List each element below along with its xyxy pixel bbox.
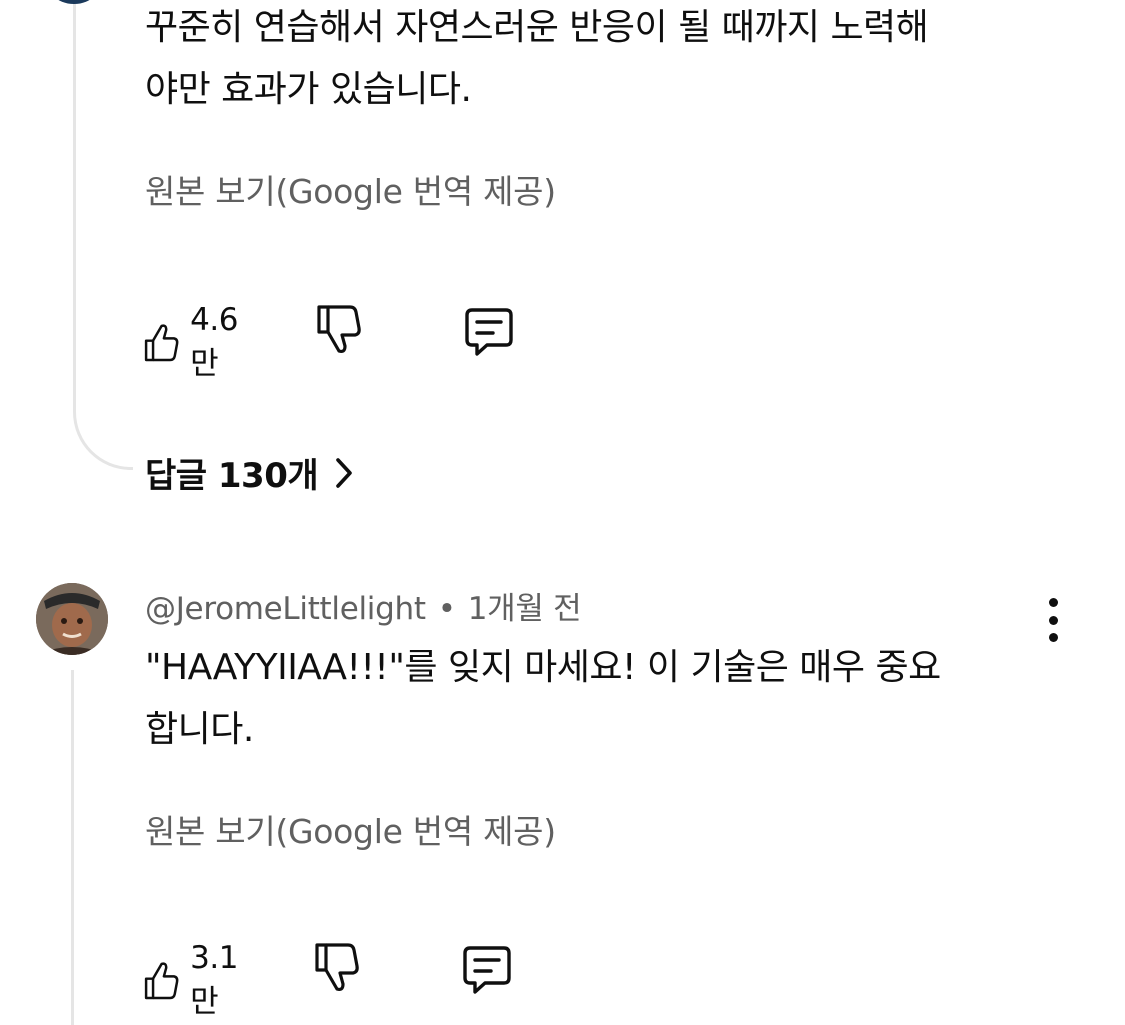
- thumbs-down-icon: [315, 943, 359, 992]
- reply-button[interactable]: [463, 306, 515, 358]
- view-replies-button[interactable]: 답글 130개: [145, 448, 354, 497]
- comment-icon: [463, 946, 511, 994]
- thread-line: [73, 0, 133, 470]
- like-button[interactable]: 3.1만: [143, 940, 249, 1021]
- more-vert-icon[interactable]: [1040, 598, 1066, 642]
- replies-label: 답글 130개: [145, 456, 319, 496]
- see-original-link[interactable]: 원본 보기(Google 번역 제공): [145, 165, 556, 213]
- dislike-button[interactable]: [315, 302, 363, 356]
- comment-meta: @JeromeLittlelight • 1개월 전: [145, 583, 582, 628]
- chevron-right-icon: [336, 457, 352, 488]
- comment-text-line: 꾸준히 연습해서 자연스러운 반응이 될 때까지 노력해: [145, 7, 929, 48]
- like-count: 3.1만: [190, 940, 238, 1020]
- thumbs-up-icon: [144, 323, 179, 361]
- like-button[interactable]: 4.6만: [143, 302, 249, 383]
- meta-separator: •: [437, 591, 456, 627]
- comment-icon: [465, 308, 513, 356]
- dislike-button[interactable]: [313, 940, 361, 994]
- comment-text-line: 야만 효과가 있습니다.: [145, 69, 472, 110]
- like-count: 4.6만: [190, 302, 238, 382]
- thumbs-up-icon: [144, 961, 179, 999]
- reply-button[interactable]: [461, 944, 513, 996]
- comments-page: 꾸준히 연습해서 자연스러운 반응이 될 때까지 노력해 야만 효과가 있습니다…: [0, 0, 1125, 1025]
- comment-text-line: 합니다.: [145, 709, 254, 750]
- see-original-link[interactable]: 원본 보기(Google 번역 제공): [145, 805, 556, 853]
- comment-text-line: "HAAYYIIAA!!!"를 잊지 마세요! 이 기술은 매우 중요: [145, 647, 941, 688]
- avatar[interactable]: [36, 583, 108, 655]
- comment-time: 1개월 전: [467, 591, 582, 627]
- thread-line: [71, 670, 74, 1025]
- thumbs-down-icon: [317, 305, 361, 354]
- author-handle[interactable]: @JeromeLittlelight: [145, 591, 426, 627]
